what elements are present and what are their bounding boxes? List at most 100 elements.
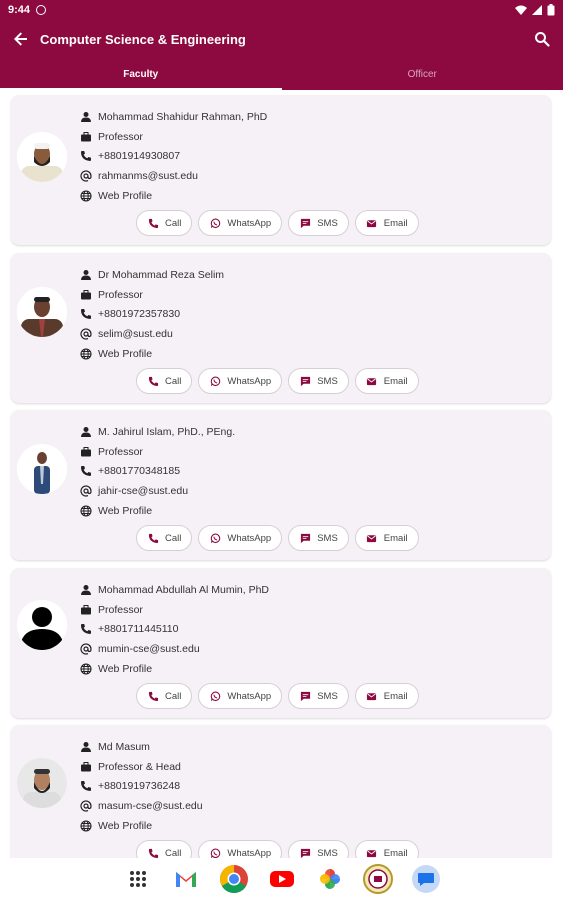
briefcase-icon [79,445,93,459]
call-label: Call [165,847,182,859]
mail-icon [366,847,378,858]
whatsapp-button[interactable]: WhatsApp [198,840,283,858]
web-row[interactable]: Web Profile [79,501,235,521]
faculty-name: Md Masum [98,740,150,753]
faculty-phone[interactable]: +8801914930807 [98,150,180,162]
web-row[interactable]: Web Profile [79,816,203,836]
faculty-card: M. Jahirul Islam, PhD., PEng. Professor … [11,410,551,560]
name-row: M. Jahirul Islam, PhD., PEng. [79,422,235,442]
web-row[interactable]: Web Profile [79,186,267,206]
faculty-web-profile[interactable]: Web Profile [98,663,152,675]
whatsapp-icon [209,690,221,702]
avatar-placeholder [17,600,67,650]
whatsapp-button[interactable]: WhatsApp [198,210,283,236]
whatsapp-button[interactable]: WhatsApp [198,368,283,394]
search-button[interactable] [531,28,553,50]
sms-button[interactable]: SMS [288,840,349,858]
sms-label: SMS [317,375,338,387]
app-bar: Computer Science & Engineering [0,20,563,58]
page-title: Computer Science & Engineering [40,31,246,47]
whatsapp-icon [209,532,221,544]
faculty-list[interactable]: Mohammad Shahidur Rahman, PhD Professor … [0,90,563,858]
phone-icon [79,149,93,163]
email-label: Email [383,532,408,544]
apps-grid-button[interactable] [121,862,155,896]
battery-icon [547,4,555,16]
mail-icon [366,690,378,702]
phone-row[interactable]: +8801770348185 [79,461,235,481]
messages-app[interactable] [409,862,443,896]
web-row[interactable]: Web Profile [79,659,269,679]
call-button[interactable]: Call [136,683,193,709]
sms-button[interactable]: SMS [288,683,349,709]
tab-officer[interactable]: Officer [282,58,563,90]
email-button[interactable]: Email [354,210,419,236]
phone-row[interactable]: +8801711445110 [79,619,269,639]
faculty-email[interactable]: masum-cse@sust.edu [98,800,203,812]
email-row[interactable]: mumin-cse@sust.edu [79,639,269,659]
chrome-icon [219,865,248,893]
faculty-phone[interactable]: +8801919736248 [98,780,180,792]
email-row[interactable]: jahir-cse@sust.edu [79,481,235,501]
youtube-app[interactable] [265,862,299,896]
faculty-info: Md Masum Professor & Head +8801919736248… [79,737,203,835]
email-row[interactable]: masum-cse@sust.edu [79,796,203,816]
faculty-email[interactable]: jahir-cse@sust.edu [98,485,188,497]
faculty-card: Md Masum Professor & Head +8801919736248… [11,725,551,858]
gmail-app[interactable] [169,862,203,896]
email-label: Email [383,690,408,702]
phone-row[interactable]: +8801919736248 [79,776,203,796]
person-icon [79,110,93,124]
back-button[interactable] [10,28,32,50]
sms-button[interactable]: SMS [288,210,349,236]
email-row[interactable]: selim@sust.edu [79,324,224,344]
globe-icon [79,504,93,518]
call-button[interactable]: Call [136,840,193,859]
mail-icon [366,375,378,387]
globe-icon [79,347,93,361]
faculty-name: M. Jahirul Islam, PhD., PEng. [98,425,236,438]
call-button[interactable]: Call [136,525,193,551]
phone-row[interactable]: +8801914930807 [79,146,267,166]
phone-row[interactable]: +8801972357830 [79,304,224,324]
email-button[interactable]: Email [354,840,419,858]
email-button[interactable]: Email [354,683,419,709]
whatsapp-button[interactable]: WhatsApp [198,525,283,551]
avatar [17,287,67,337]
person-icon [79,268,93,282]
sms-label: SMS [317,217,338,229]
faculty-phone[interactable]: +8801711445110 [98,623,179,635]
name-row: Dr Mohammad Reza Selim [79,265,224,285]
name-row: Md Masum [79,737,203,757]
sms-button[interactable]: SMS [288,368,349,394]
whatsapp-button[interactable]: WhatsApp [198,683,283,709]
at-icon [79,327,93,341]
whatsapp-label: WhatsApp [227,217,272,229]
email-button[interactable]: Email [354,368,419,394]
search-icon [535,32,550,47]
university-app[interactable] [361,862,395,896]
faculty-web-profile[interactable]: Web Profile [98,190,152,202]
faculty-web-profile[interactable]: Web Profile [98,505,152,517]
chrome-app[interactable] [217,862,251,896]
person-icon [79,583,93,597]
faculty-phone[interactable]: +8801770348185 [98,465,180,477]
action-buttons: Call WhatsApp SMS Email [136,683,419,709]
faculty-phone[interactable]: +8801972357830 [98,308,180,320]
faculty-email[interactable]: mumin-cse@sust.edu [98,643,200,655]
email-button[interactable]: Email [354,525,419,551]
photos-app[interactable] [313,862,347,896]
faculty-web-profile[interactable]: Web Profile [98,820,152,832]
designation-row: Professor [79,285,224,305]
call-button[interactable]: Call [136,368,193,394]
faculty-web-profile[interactable]: Web Profile [98,348,152,360]
web-row[interactable]: Web Profile [79,344,224,364]
email-row[interactable]: rahmanms@sust.edu [79,166,267,186]
faculty-email[interactable]: rahmanms@sust.edu [98,170,198,182]
tab-faculty[interactable]: Faculty [0,58,282,90]
sms-button[interactable]: SMS [288,525,349,551]
faculty-card: Dr Mohammad Reza Selim Professor +880197… [11,253,551,403]
faculty-email[interactable]: selim@sust.edu [98,328,173,340]
call-button[interactable]: Call [136,210,193,236]
designation-row: Professor & Head [79,757,203,777]
